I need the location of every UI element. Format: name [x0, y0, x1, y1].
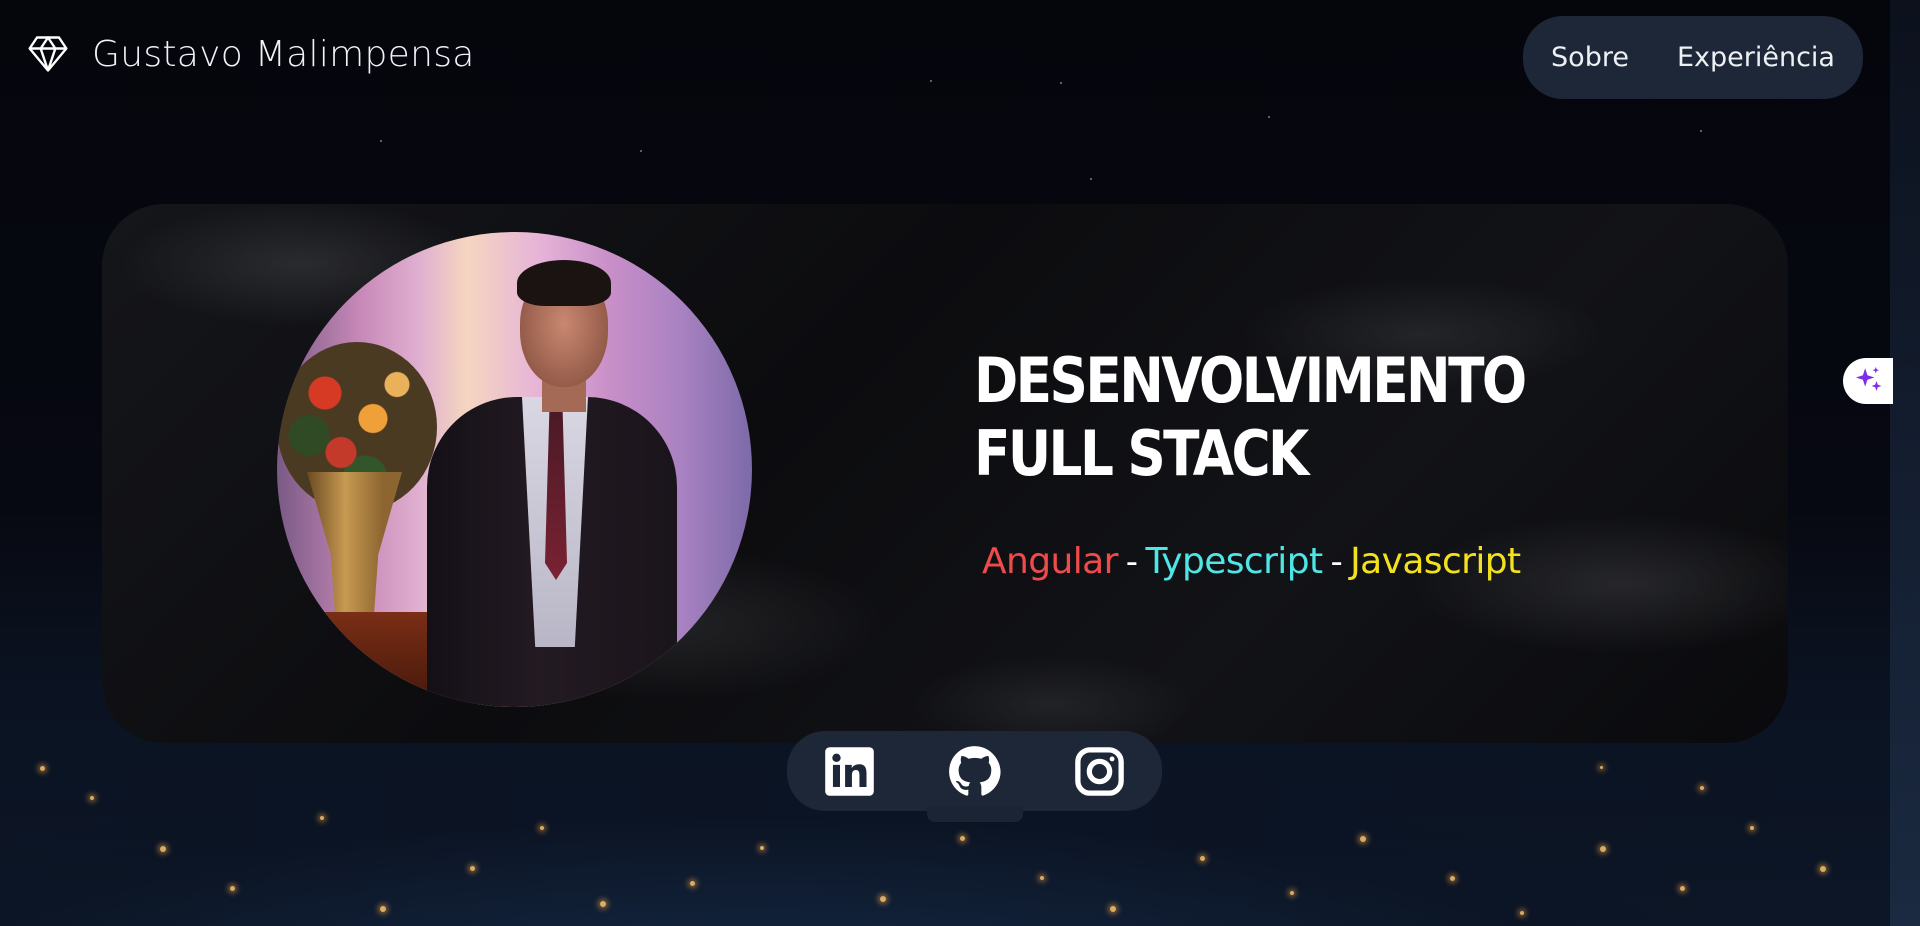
person-hair: [517, 260, 611, 306]
nav-link-sobre[interactable]: Sobre: [1551, 42, 1629, 73]
hero-headline: Desenvolvimento Full Stack: [974, 344, 1527, 490]
page-scrollbar[interactable]: [1890, 0, 1920, 926]
social-bar: [787, 731, 1162, 811]
page: Gustavo Malimpensa Sobre Experiência Des…: [0, 0, 1920, 926]
github-icon[interactable]: [948, 745, 1001, 798]
tech-typescript: Typescript: [1145, 541, 1323, 582]
profile-photo: [277, 232, 752, 707]
tech-stack: Angular - Typescript - Javascript: [982, 541, 1521, 582]
linkedin-icon[interactable]: [823, 745, 876, 798]
tech-angular: Angular: [982, 541, 1118, 582]
hero-card: Desenvolvimento Full Stack Angular - Typ…: [102, 204, 1788, 743]
diamond-icon: [28, 36, 68, 72]
sparkle-icon: [1855, 366, 1882, 391]
brand[interactable]: Gustavo Malimpensa: [26, 32, 475, 76]
vase: [307, 472, 402, 622]
separator: -: [1125, 541, 1138, 582]
brand-name: Gustavo Malimpensa: [92, 33, 475, 75]
social-bar-tab: [927, 806, 1023, 822]
tech-javascript: Javascript: [1350, 541, 1521, 582]
separator: -: [1330, 541, 1343, 582]
nav-link-experiencia[interactable]: Experiência: [1677, 42, 1835, 73]
top-nav: Sobre Experiência: [1523, 16, 1863, 99]
instagram-icon[interactable]: [1073, 745, 1126, 798]
ai-assistant-button[interactable]: [1843, 358, 1893, 404]
